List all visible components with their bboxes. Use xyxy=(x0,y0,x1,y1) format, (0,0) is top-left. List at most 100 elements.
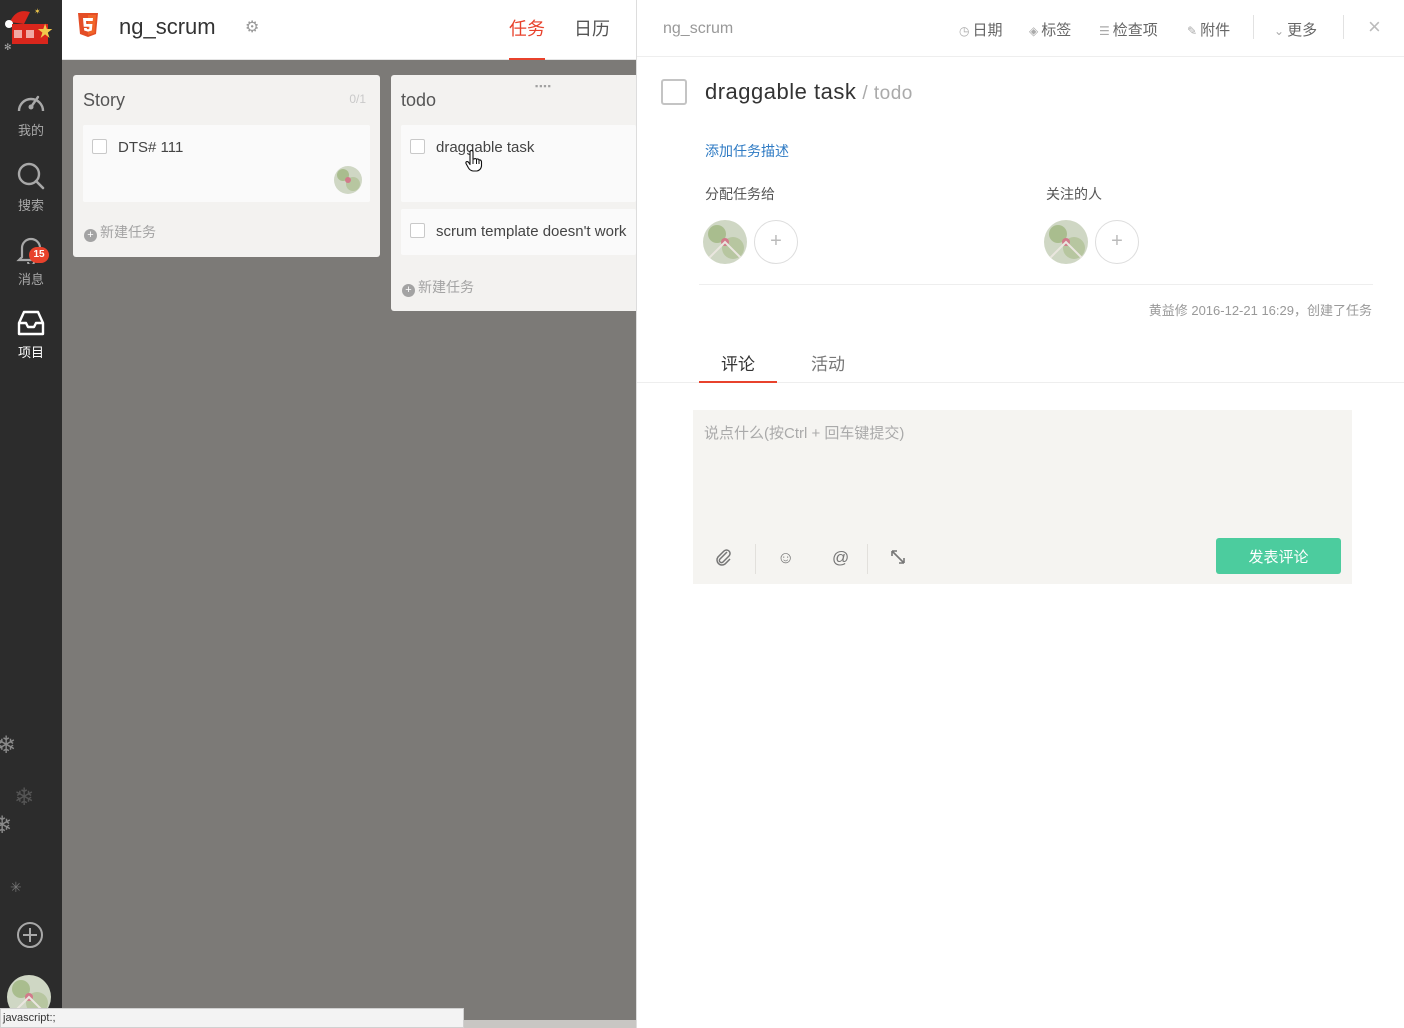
date-button[interactable]: ◷ 日期 xyxy=(959,19,1003,40)
divider xyxy=(755,544,756,574)
task-detail-panel: ng_scrum ◷ 日期 ◈ 标签 ☰ 检查项 ✎ 附件 ⌄ 更多 × draggabl… xyxy=(636,0,1404,1028)
gear-icon[interactable]: ⚙ xyxy=(245,17,259,37)
task-card-title: DTS# 111 xyxy=(118,139,184,156)
task-card[interactable]: DTS# 111 xyxy=(83,125,370,202)
task-card-title: scrum template doesn't work xyxy=(436,223,627,240)
snowflake-icon: ❄ xyxy=(0,732,17,759)
divider xyxy=(867,544,868,574)
task-card-title: draggable task xyxy=(436,139,535,156)
panel-tabs: 评论 活动 xyxy=(637,340,1404,383)
clock-icon: ◷ xyxy=(959,24,970,38)
new-task-button[interactable]: + 新建任务 xyxy=(84,222,156,242)
app-logo[interactable]: ✶ ✻ xyxy=(4,4,58,53)
breadcrumb[interactable]: ng_scrum xyxy=(663,20,733,38)
divider xyxy=(1253,15,1254,39)
project-name[interactable]: ng_scrum xyxy=(119,14,216,40)
new-task-label: 新建任务 xyxy=(100,224,156,240)
task-title[interactable]: draggable task / todo xyxy=(705,79,913,105)
emoji-icon[interactable]: ☺ xyxy=(777,548,794,568)
task-checkbox[interactable] xyxy=(410,223,425,238)
plus-circle-icon: + xyxy=(402,284,415,297)
nav-search-label: 搜索 xyxy=(17,198,44,213)
board-column-todo: ▪▪▪▪ todo draggable task scrum template … xyxy=(391,75,636,311)
snowflake-icon: ❄ xyxy=(14,784,35,811)
snowflake-icon: ❄ xyxy=(0,812,13,839)
christmas-logo-icon: ✶ ✻ xyxy=(4,7,53,53)
svg-text:✻: ✻ xyxy=(4,43,12,52)
task-title-text: draggable task xyxy=(705,79,857,104)
comment-box: ☺ @ 发表评论 xyxy=(693,410,1352,584)
browser-status-bar: javascript:; xyxy=(0,1008,464,1028)
nav-search[interactable]: 搜索 xyxy=(0,162,62,214)
add-follower-button[interactable]: + xyxy=(1095,220,1139,264)
column-title: Story xyxy=(83,90,126,110)
plus-circle-icon xyxy=(17,922,43,948)
followers-label: 关注的人 xyxy=(1046,186,1102,202)
task-checkbox[interactable] xyxy=(92,139,107,154)
tag-button[interactable]: ◈ 标签 xyxy=(1029,19,1071,40)
assignee-avatar xyxy=(334,166,362,194)
nav-projects[interactable]: 项目 xyxy=(0,309,62,361)
left-rail: ✶ ✻ 我的 搜索 15 消息 项目 ❄ ❄ ❄ ✳ xyxy=(0,0,62,1028)
panel-header: ng_scrum ◷ 日期 ◈ 标签 ☰ 检查项 ✎ 附件 ⌄ 更多 × xyxy=(637,0,1404,57)
close-icon[interactable]: × xyxy=(1368,14,1381,40)
nav-messages-label: 消息 xyxy=(17,272,44,287)
add-assignee-button[interactable]: + xyxy=(754,220,798,264)
expand-icon[interactable] xyxy=(889,548,907,571)
paperclip-icon: ✎ xyxy=(1187,24,1198,38)
project-topbar: ng_scrum ⚙ 任务 日历 xyxy=(62,0,636,60)
add-description-link[interactable]: 添加任务描述 xyxy=(705,141,789,161)
submit-comment-button[interactable]: 发表评论 xyxy=(1216,538,1341,574)
tab-comments[interactable]: 评论 xyxy=(699,350,777,383)
html5-icon xyxy=(77,12,99,43)
assignee-avatar[interactable] xyxy=(703,220,747,264)
assign-label: 分配任务给 xyxy=(705,186,775,202)
nav-projects-label: 项目 xyxy=(17,345,44,360)
nav-mine[interactable]: 我的 xyxy=(0,89,62,139)
divider xyxy=(1343,15,1344,39)
follower-avatar[interactable] xyxy=(1044,220,1088,264)
task-card[interactable]: scrum template doesn't work xyxy=(401,209,636,255)
column-count: 0/1 xyxy=(349,92,366,106)
divider xyxy=(699,284,1373,285)
checklist-button[interactable]: ☰ 检查项 xyxy=(1099,19,1158,40)
tag-label: 标签 xyxy=(1041,22,1072,39)
nav-mine-label: 我的 xyxy=(17,123,44,138)
task-complete-checkbox[interactable] xyxy=(661,79,687,105)
inbox-icon xyxy=(17,310,45,336)
paperclip-icon[interactable] xyxy=(715,548,733,571)
tab-activity[interactable]: 活动 xyxy=(811,350,845,383)
tab-calendar[interactable]: 日历 xyxy=(574,15,610,60)
column-title: todo xyxy=(401,90,437,110)
tag-icon: ◈ xyxy=(1029,24,1039,38)
checklist-icon: ☰ xyxy=(1099,24,1110,38)
more-label: 更多 xyxy=(1287,22,1318,39)
new-task-button[interactable]: + 新建任务 xyxy=(402,277,474,297)
snowflake-icon: ✳ xyxy=(10,879,22,895)
attachment-label: 附件 xyxy=(1200,22,1231,39)
search-icon xyxy=(17,162,45,190)
horizontal-scrollbar[interactable] xyxy=(464,1020,636,1028)
task-checkbox[interactable] xyxy=(410,139,425,154)
drag-handle-icon[interactable]: ▪▪▪▪ xyxy=(535,81,552,91)
task-card[interactable]: draggable task xyxy=(401,125,636,202)
activity-created-info: 黄益修 2016-12-21 16:29，创建了任务 xyxy=(1148,303,1372,318)
board-column-story: Story 0/1 DTS# 111 + 新建任务 xyxy=(73,75,380,257)
new-task-label: 新建任务 xyxy=(418,279,474,295)
tab-tasks[interactable]: 任务 xyxy=(509,15,545,60)
nav-messages[interactable]: 15 消息 xyxy=(0,236,62,288)
task-list-name[interactable]: / todo xyxy=(862,83,913,104)
message-count-badge: 15 xyxy=(29,247,49,263)
date-label: 日期 xyxy=(972,22,1003,39)
more-button[interactable]: ⌄ 更多 xyxy=(1274,19,1317,40)
chevron-down-icon: ⌄ xyxy=(1274,24,1285,38)
create-button[interactable] xyxy=(16,921,44,954)
svg-text:✶: ✶ xyxy=(34,7,41,16)
plus-circle-icon: + xyxy=(84,229,97,242)
hand-cursor-icon xyxy=(465,149,483,177)
mention-icon[interactable]: @ xyxy=(832,548,849,568)
gauge-icon xyxy=(17,95,45,112)
attachment-button[interactable]: ✎ 附件 xyxy=(1187,19,1230,40)
checklist-label: 检查项 xyxy=(1112,22,1158,39)
comment-input[interactable] xyxy=(693,410,1352,530)
